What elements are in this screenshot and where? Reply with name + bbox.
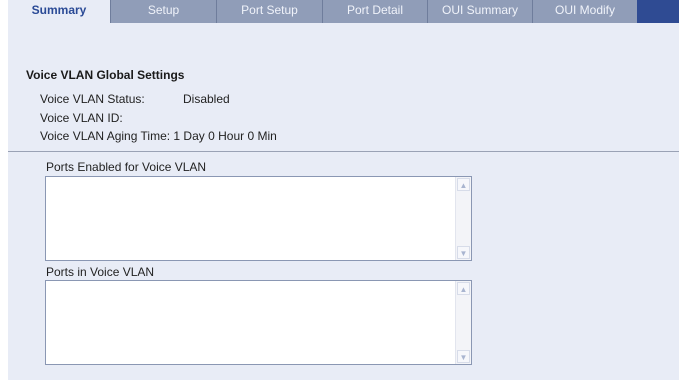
status-row: Voice VLAN Status: Disabled [40,92,230,106]
status-value: Disabled [183,92,230,106]
tab-setup[interactable]: Setup [110,0,216,23]
scroll-down-arrow-icon[interactable]: ▼ [457,350,470,363]
ports-in-vlan-scrollbar[interactable]: ▲ ▼ [455,281,471,364]
ports-in-vlan-listbox[interactable]: ▲ ▼ [45,280,472,365]
scroll-down-arrow-icon[interactable]: ▼ [457,246,470,259]
aging-time-value: 1 Day 0 Hour 0 Min [173,129,277,143]
scroll-up-arrow-icon[interactable]: ▲ [457,282,470,295]
aging-time-row: Voice VLAN Aging Time: 1 Day 0 Hour 0 Mi… [40,129,277,143]
tab-oui-summary[interactable]: OUI Summary [427,0,532,23]
tab-summary[interactable]: Summary [8,0,110,24]
tab-oui-modify[interactable]: OUI Modify [532,0,637,23]
section-title: Voice VLAN Global Settings [26,68,185,82]
ports-enabled-scrollbar[interactable]: ▲ ▼ [455,177,471,260]
aging-time-label: Voice VLAN Aging Time: [40,129,171,143]
ports-in-vlan-label: Ports in Voice VLAN [46,265,155,279]
scroll-up-arrow-icon[interactable]: ▲ [457,178,470,191]
ports-enabled-listbox[interactable]: ▲ ▼ [45,176,472,261]
ports-enabled-label: Ports Enabled for Voice VLAN [46,160,207,174]
divider [8,151,679,152]
status-label: Voice VLAN Status: [40,92,145,106]
vlan-id-row: Voice VLAN ID: [40,111,123,125]
tab-port-detail[interactable]: Port Detail [322,0,427,23]
tab-port-setup[interactable]: Port Setup [216,0,322,23]
vlan-id-label: Voice VLAN ID: [40,111,123,125]
